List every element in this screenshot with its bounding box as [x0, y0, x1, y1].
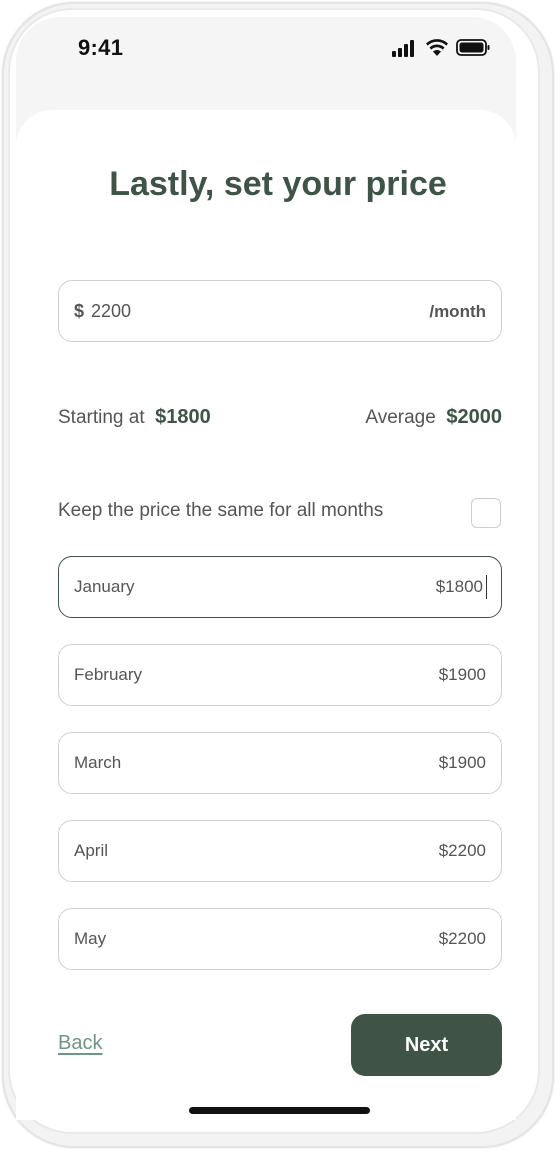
- average-price-label: Average: [365, 407, 436, 428]
- month-price[interactable]: $1800: [436, 577, 483, 597]
- average-price-value: $2000: [446, 406, 502, 428]
- currency-symbol: $: [74, 301, 85, 321]
- starting-price-value: $1800: [155, 406, 211, 428]
- monthly-price-value[interactable]: 2200: [91, 301, 131, 322]
- month-price[interactable]: $2200: [439, 841, 486, 861]
- next-button[interactable]: Next: [351, 1014, 502, 1076]
- month-price-field-may[interactable]: May $2200: [58, 908, 502, 970]
- page-title: Lastly, set your price: [109, 165, 447, 203]
- month-label: May: [74, 929, 107, 948]
- back-link[interactable]: Back: [58, 1032, 102, 1055]
- text-cursor: [485, 575, 487, 599]
- month-price[interactable]: $2200: [439, 929, 486, 949]
- average-price-stat: Average $2000: [365, 406, 502, 429]
- battery-icon: [456, 39, 490, 56]
- price-period-suffix: /month: [429, 302, 486, 321]
- status-time: 9:41: [78, 35, 124, 60]
- signal-icon: [392, 40, 414, 57]
- status-icons: [392, 39, 490, 57]
- same-price-label: Keep the price the same for all months: [58, 500, 384, 521]
- starting-price-label: Starting at: [58, 407, 145, 428]
- month-price-field-march[interactable]: March $1900: [58, 732, 502, 794]
- month-label: January: [74, 577, 135, 596]
- same-price-checkbox[interactable]: [471, 498, 501, 528]
- month-price-field-january[interactable]: January $1800: [58, 556, 502, 618]
- month-price[interactable]: $1900: [439, 665, 486, 685]
- month-price-field-april[interactable]: April $2200: [58, 820, 502, 882]
- wifi-icon: [426, 39, 448, 56]
- monthly-price-input[interactable]: $ 2200 /month: [58, 280, 502, 342]
- month-label: April: [74, 841, 109, 860]
- starting-price-stat: Starting at $1800: [58, 406, 211, 429]
- month-price[interactable]: $1900: [439, 753, 486, 773]
- month-label: March: [74, 753, 122, 772]
- month-label: February: [74, 665, 143, 684]
- home-indicator: [189, 1107, 370, 1114]
- month-price-field-february[interactable]: February $1900: [58, 644, 502, 706]
